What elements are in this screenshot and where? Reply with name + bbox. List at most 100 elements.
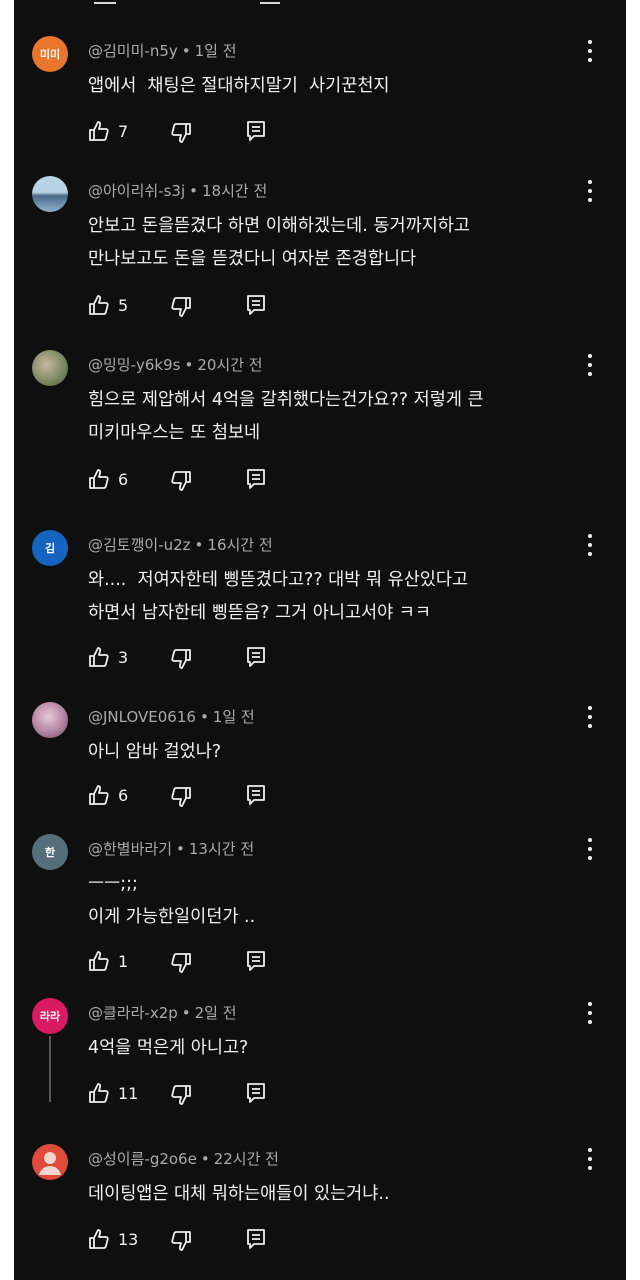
comment-actions: 1 [88, 950, 308, 976]
author-name[interactable]: @밍밍-y6k9s [88, 356, 180, 374]
reply-button[interactable] [246, 294, 266, 316]
avatar[interactable] [32, 1144, 68, 1180]
like-button[interactable] [88, 294, 110, 316]
comment-time: 1일 전 [194, 42, 237, 60]
like-count: 13 [118, 1230, 139, 1249]
dislike-button[interactable] [170, 952, 192, 974]
reply-button[interactable] [246, 468, 266, 490]
thumbs-up-icon [89, 1083, 109, 1103]
avatar[interactable]: 김 [32, 530, 68, 566]
comment-meta: @JNLOVE0616 • 1일 전 [88, 708, 255, 726]
cut-reply-icon [260, 0, 280, 4]
comment-actions: 11 [88, 1082, 308, 1108]
comment-text: 안보고 돈을뜯겼다 하면 이해하겠는데. 동거까지하고 만나보고도 돈을 뜯겼다… [88, 216, 471, 269]
author-name[interactable]: @김토깽이-u2z [88, 536, 191, 554]
more-options-button[interactable] [582, 180, 598, 202]
reply-icon [247, 647, 265, 667]
thread-line [49, 1036, 51, 1102]
comment-text: 힘으로 제압해서 4억을 갈취했다는건가요?? 저렇게 큰 미키마우스는 또 첨… [88, 390, 484, 443]
dislike-button[interactable] [170, 122, 192, 144]
comment-actions: 6 [88, 468, 308, 494]
reply-icon [247, 121, 265, 141]
comment-time: 13시간 전 [188, 840, 255, 858]
comment-time: 16시간 전 [207, 536, 273, 554]
more-options-button[interactable] [582, 1148, 598, 1170]
comment-time: 18시간 전 [202, 182, 268, 200]
like-button[interactable] [88, 646, 110, 668]
dislike-button[interactable] [170, 1230, 192, 1252]
thumbs-up-icon [89, 951, 109, 971]
comment-text: 데이팅앱은 대체 뭐하는애들이 있는거냐.. [88, 1184, 390, 1204]
comment-time: 2일 전 [194, 1004, 237, 1022]
more-options-button[interactable] [582, 1002, 598, 1024]
comment-time: 20시간 전 [197, 356, 263, 374]
like-button[interactable] [88, 784, 110, 806]
thumbs-up-icon [89, 121, 109, 141]
author-name[interactable]: @김미미-n5y [88, 42, 178, 60]
dislike-button[interactable] [170, 648, 192, 670]
like-button[interactable] [88, 950, 110, 972]
comment-text: 아니 암바 걸었나? [88, 742, 222, 762]
author-name[interactable]: @성이름-g2o6e [88, 1150, 197, 1168]
dislike-button[interactable] [170, 1084, 192, 1106]
like-count: 6 [118, 470, 129, 489]
avatar[interactable]: 라라 [32, 998, 68, 1034]
author-name[interactable]: @JNLOVE0616 [88, 708, 196, 726]
avatar[interactable] [32, 350, 68, 386]
like-count: 7 [118, 122, 129, 141]
author-name[interactable]: @클라라-x2p [88, 1004, 178, 1022]
reply-icon [247, 469, 265, 489]
dislike-button[interactable] [170, 296, 192, 318]
more-options-button[interactable] [582, 706, 598, 728]
dislike-button[interactable] [170, 470, 192, 492]
thumbs-down-icon [171, 787, 191, 807]
avatar[interactable] [32, 176, 68, 212]
reply-button[interactable] [246, 646, 266, 668]
like-button[interactable] [88, 1228, 110, 1250]
dislike-button[interactable] [170, 786, 192, 808]
comment-meta: @밍밍-y6k9s • 20시간 전 [88, 356, 263, 374]
author-name[interactable]: @한별바라기 [88, 840, 172, 858]
thumbs-up-icon [89, 469, 109, 489]
comment-actions: 6 [88, 784, 308, 810]
reply-button[interactable] [246, 784, 266, 806]
author-name[interactable]: @아이리쉬-s3j [88, 182, 185, 200]
like-button[interactable] [88, 120, 110, 142]
avatar[interactable] [32, 702, 68, 738]
cut-like-icon [94, 0, 116, 4]
like-button[interactable] [88, 468, 110, 490]
thumbs-down-icon [171, 953, 191, 973]
more-options-button[interactable] [582, 40, 598, 62]
comment-actions: 7 [88, 120, 308, 146]
thumbs-up-icon [89, 785, 109, 805]
comment-text: 앱에서 채팅은 절대하지말기 사기꾼천지 [88, 76, 390, 96]
like-count: 3 [118, 648, 129, 667]
thumbs-down-icon [171, 297, 191, 317]
reply-button[interactable] [246, 1082, 266, 1104]
comment-actions: 3 [88, 646, 308, 672]
like-button[interactable] [88, 1082, 110, 1104]
thumbs-down-icon [171, 1231, 191, 1251]
reply-icon [247, 951, 265, 971]
more-options-button[interactable] [582, 838, 598, 860]
like-count: 11 [118, 1084, 139, 1103]
thumbs-down-icon [171, 649, 191, 669]
previous-comment-actions-cutoff [14, 0, 626, 8]
more-options-button[interactable] [582, 354, 598, 376]
avatar[interactable]: 미미 [32, 36, 68, 72]
comment-text: 와.... 저여자한테 삥뜯겼다고?? 대박 뭐 유산있다고 하면서 남자한테 … [88, 570, 469, 623]
thumbs-up-icon [89, 295, 109, 315]
reply-button[interactable] [246, 1228, 266, 1250]
comment-time: 1일 전 [212, 708, 255, 726]
reply-button[interactable] [246, 120, 266, 142]
comment-meta: @김미미-n5y • 1일 전 [88, 42, 237, 60]
avatar[interactable]: 한 [32, 834, 68, 870]
thumbs-down-icon [171, 471, 191, 491]
reply-button[interactable] [246, 950, 266, 972]
reply-icon [247, 1083, 265, 1103]
more-options-button[interactable] [582, 534, 598, 556]
comment-time: 22시간 전 [213, 1150, 279, 1168]
comment-meta: @아이리쉬-s3j • 18시간 전 [88, 182, 268, 200]
comment-meta: @한별바라기 • 13시간 전 [88, 840, 255, 858]
thumbs-down-icon [171, 1085, 191, 1105]
